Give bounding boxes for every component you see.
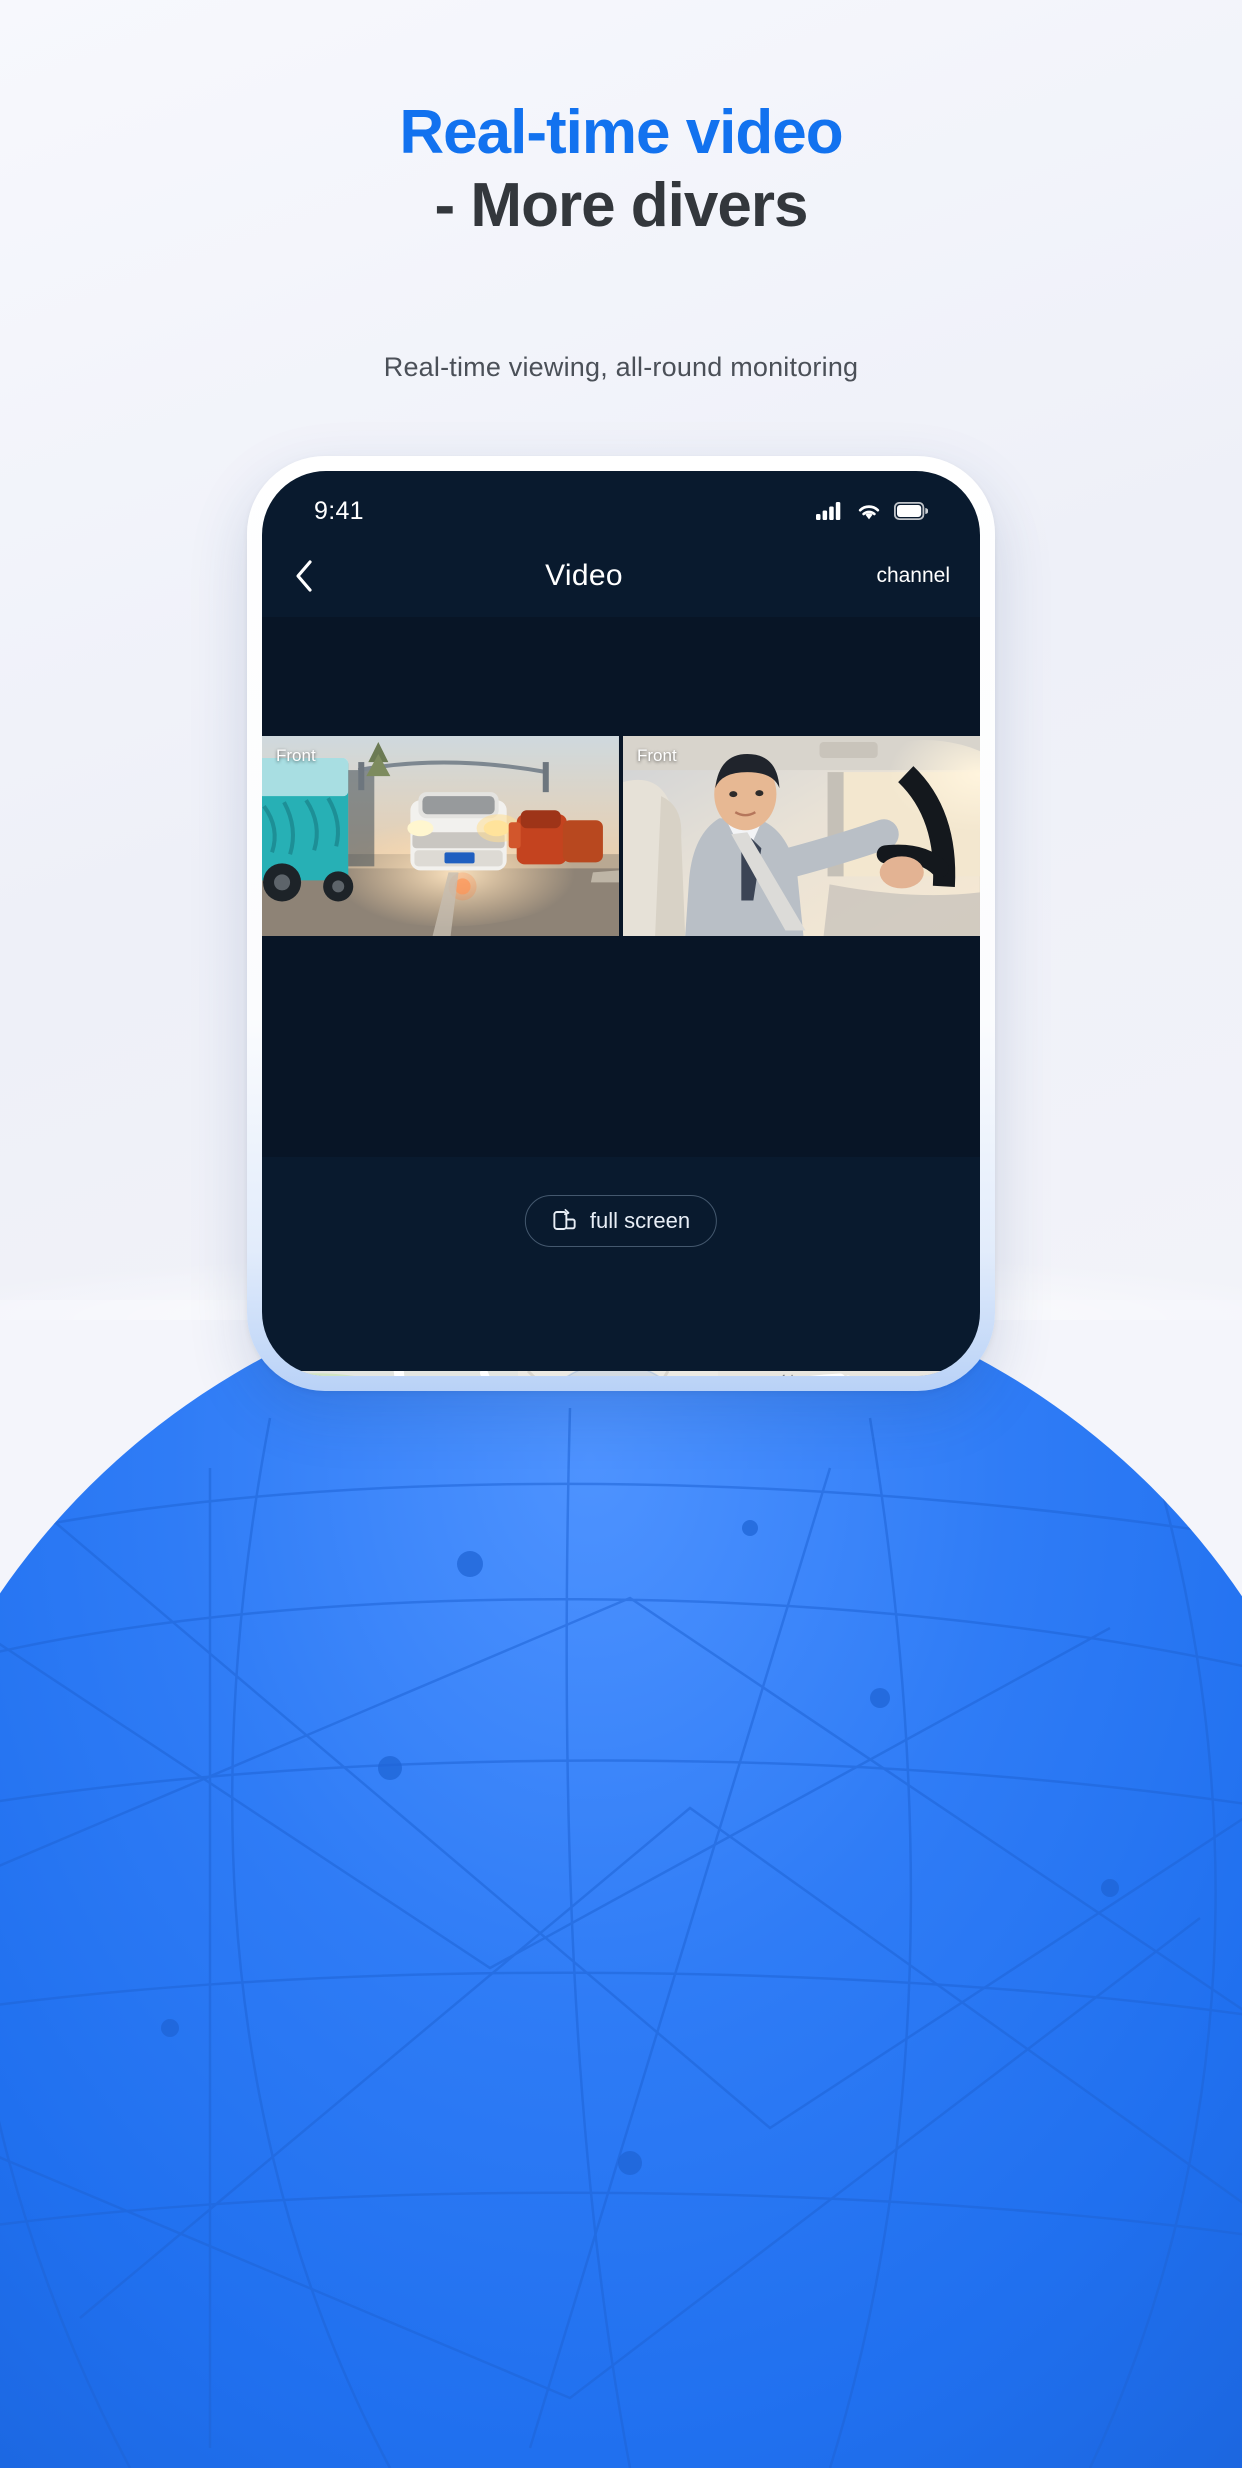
video-tile[interactable]: Front xyxy=(262,736,619,936)
status-time: 9:41 xyxy=(314,496,364,525)
fullscreen-button[interactable]: full screen xyxy=(524,1195,718,1247)
channel-button[interactable]: channel xyxy=(822,564,950,588)
globe-network-graphic xyxy=(0,1268,1242,2468)
phone-mockup: 9:41 Video channel Front Front full scre… xyxy=(247,456,995,1391)
battery-icon xyxy=(894,502,928,520)
video-player-area: Front Front xyxy=(262,617,980,1157)
page-title: Video xyxy=(545,559,623,592)
chevron-left-icon xyxy=(296,560,312,592)
headline-line-1: Real-time video xyxy=(399,98,843,167)
globe-network-lines xyxy=(0,1407,1242,2468)
hero-subtitle: Real-time viewing, all-round monitoring xyxy=(383,352,859,382)
driver-cabin-camera-scene xyxy=(623,736,980,936)
navigation-bar: Video channel xyxy=(262,545,980,607)
hero-heading: Real-time video - More divers xyxy=(0,96,1242,242)
status-bar: 9:41 xyxy=(262,471,980,539)
wifi-icon xyxy=(858,505,880,520)
video-grid: Front Front xyxy=(262,736,980,936)
video-tile[interactable]: Front xyxy=(623,736,980,936)
cellular-signal-icon xyxy=(816,502,841,520)
headline-line-2: - More divers xyxy=(434,171,809,241)
status-icons xyxy=(816,501,928,521)
phone-screen: 9:41 Video channel Front Front full scre… xyxy=(262,471,980,1376)
video-tile-label: Front xyxy=(637,746,677,765)
video-tile-label: Front xyxy=(276,746,316,765)
back-button[interactable] xyxy=(292,556,346,596)
fullscreen-button-label: full screen xyxy=(589,1208,691,1233)
map-label: al Gallery xyxy=(294,1373,366,1376)
map-canvas xyxy=(288,1371,954,1376)
map-card[interactable]: al Gallery Charing Cross Underground Cha… xyxy=(288,1371,954,1376)
rotate-device-icon xyxy=(553,1208,576,1230)
road-traffic-camera-scene xyxy=(262,736,619,936)
